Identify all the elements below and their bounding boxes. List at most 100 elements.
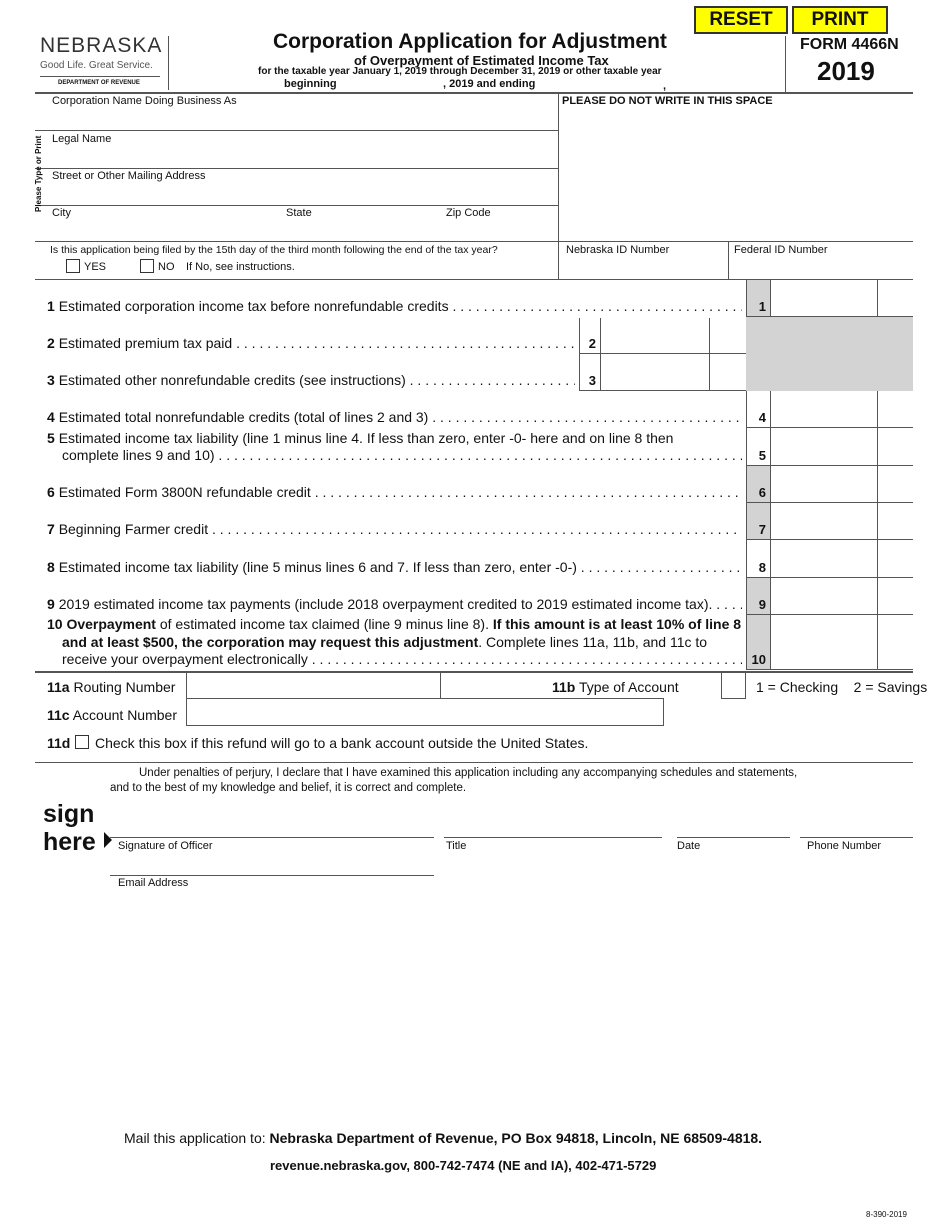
line-box-number: 10 bbox=[751, 652, 766, 667]
line-box-label: 7 bbox=[746, 503, 770, 540]
line-number: 7 bbox=[47, 521, 55, 537]
officer-signature-input[interactable] bbox=[112, 818, 436, 838]
line-3-cents-input[interactable] bbox=[709, 354, 746, 391]
zip-label: Zip Code bbox=[446, 207, 491, 219]
state-input[interactable] bbox=[286, 222, 440, 240]
nebraska-id-label: Nebraska ID Number bbox=[566, 244, 670, 256]
phone-input[interactable] bbox=[802, 818, 916, 838]
line-10-amount-input[interactable] bbox=[770, 615, 877, 670]
line-number: 2 bbox=[47, 335, 55, 351]
line-8-cents-input[interactable] bbox=[877, 540, 913, 578]
line-text: Estimated other nonrefundable credits (s… bbox=[58, 372, 406, 388]
line-1-amount-input[interactable] bbox=[770, 280, 877, 317]
account-type-input[interactable] bbox=[721, 671, 746, 699]
line-9-cents-input[interactable] bbox=[877, 578, 913, 615]
form-number: FORM 4466N bbox=[800, 36, 899, 53]
line-5-amount-input[interactable] bbox=[770, 428, 877, 466]
arrow-right-icon bbox=[104, 832, 112, 848]
line-box-label: 2 bbox=[579, 318, 600, 354]
account-type-label: Type of Account bbox=[579, 679, 679, 695]
shaded-area bbox=[746, 317, 913, 391]
routing-number-input[interactable] bbox=[186, 671, 441, 699]
federal-id-input[interactable] bbox=[734, 258, 908, 278]
legal-name-input[interactable] bbox=[52, 148, 556, 168]
line-text: Estimated total nonrefundable credits (t… bbox=[58, 409, 429, 425]
line-3-amount-input[interactable] bbox=[600, 354, 709, 391]
line-4-cents-input[interactable] bbox=[877, 391, 913, 428]
account-type-options: 1 = Checking 2 = Savings bbox=[756, 679, 928, 695]
routing-label: Routing Number bbox=[73, 679, 176, 695]
line-number: 4 bbox=[47, 409, 55, 425]
line-4-amount-input[interactable] bbox=[770, 391, 877, 428]
date-input[interactable] bbox=[679, 818, 793, 838]
line-number: 8 bbox=[47, 559, 55, 575]
line-10-cents-input[interactable] bbox=[877, 615, 913, 670]
street-input[interactable] bbox=[52, 185, 556, 205]
line-bold-2: If this amount is at least 10% of line 8 bbox=[492, 616, 742, 632]
line-box-number: 6 bbox=[758, 485, 766, 500]
federal-id-label: Federal ID Number bbox=[734, 244, 828, 256]
line-box-number: 7 bbox=[758, 522, 766, 537]
phone-label: Phone Number bbox=[807, 840, 881, 852]
line-6-amount-input[interactable] bbox=[770, 466, 877, 503]
beginning-label: beginning bbox=[284, 78, 337, 90]
mail-prefix: Mail this application to: bbox=[124, 1130, 270, 1146]
line-box-label: 5 bbox=[746, 428, 770, 466]
line-number: 1 bbox=[47, 298, 55, 314]
line-7-cents-input[interactable] bbox=[877, 503, 913, 540]
line-5-cents-input[interactable] bbox=[877, 428, 913, 466]
mail-address: Nebraska Department of Revenue, PO Box 9… bbox=[269, 1130, 763, 1146]
line-2-amount-input[interactable] bbox=[600, 318, 709, 354]
city-input[interactable] bbox=[52, 222, 276, 240]
line-bold-3: and at least $500, the corporation may r… bbox=[62, 634, 479, 650]
account-number-label: Account Number bbox=[72, 707, 177, 723]
line-text: Estimated premium tax paid bbox=[58, 335, 233, 351]
line-8-amount-input[interactable] bbox=[770, 540, 877, 578]
line-number: 6 bbox=[47, 484, 55, 500]
nebraska-id-input[interactable] bbox=[566, 258, 725, 278]
line-text-2: . Complete lines 11a, 11b, and 11c to bbox=[478, 634, 708, 650]
foreign-account-checkbox[interactable] bbox=[75, 735, 89, 749]
street-label: Street or Other Mailing Address bbox=[52, 170, 206, 182]
form-code: 8-390-2019 bbox=[866, 1210, 907, 1219]
ending-label: , 2019 and ending bbox=[443, 78, 536, 90]
line-box-number: 5 bbox=[758, 448, 766, 463]
email-input[interactable] bbox=[112, 856, 436, 876]
line-box-label: 3 bbox=[579, 354, 600, 391]
line-box-label: 9 bbox=[746, 578, 770, 615]
yes-checkbox[interactable] bbox=[66, 259, 80, 273]
line-box-number: 4 bbox=[758, 410, 766, 425]
legal-name-label: Legal Name bbox=[52, 133, 112, 145]
line-box-label: 4 bbox=[746, 391, 770, 428]
line-box-number: 8 bbox=[758, 560, 766, 575]
account-number-input[interactable] bbox=[186, 698, 664, 726]
no-checkbox[interactable] bbox=[140, 259, 154, 273]
line-bold: Overpayment bbox=[66, 616, 156, 632]
print-button[interactable]: PRINT bbox=[792, 6, 888, 34]
line-text-3: receive your overpayment electronically bbox=[62, 651, 308, 667]
no-note: If No, see instructions. bbox=[186, 261, 295, 273]
zip-input[interactable] bbox=[446, 222, 555, 240]
ending-date-input[interactable] bbox=[540, 78, 664, 93]
yes-label: YES bbox=[84, 261, 107, 273]
line-2-cents-input[interactable] bbox=[709, 318, 746, 354]
beginning-date-input[interactable] bbox=[340, 78, 444, 93]
line-7-amount-input[interactable] bbox=[770, 503, 877, 540]
line-number: 10 bbox=[47, 616, 63, 632]
line-1-cents-input[interactable] bbox=[877, 280, 913, 317]
city-label: City bbox=[52, 207, 71, 219]
form-year: 2019 bbox=[817, 56, 875, 86]
line-text-2: complete lines 9 and 10) bbox=[62, 447, 215, 463]
dba-input[interactable] bbox=[52, 110, 556, 130]
line-box-label: 6 bbox=[746, 466, 770, 503]
line-text: Estimated income tax liability (line 1 m… bbox=[58, 430, 674, 446]
date-label: Date bbox=[677, 840, 701, 852]
email-label: Email Address bbox=[118, 877, 189, 889]
line-9-amount-input[interactable] bbox=[770, 578, 877, 615]
title-input[interactable] bbox=[446, 818, 664, 838]
reset-button[interactable]: RESET bbox=[694, 6, 788, 34]
line-box-label: 8 bbox=[746, 540, 770, 578]
here-label: here bbox=[43, 828, 96, 856]
line-11d-number: 11d bbox=[47, 735, 71, 751]
line-6-cents-input[interactable] bbox=[877, 466, 913, 503]
